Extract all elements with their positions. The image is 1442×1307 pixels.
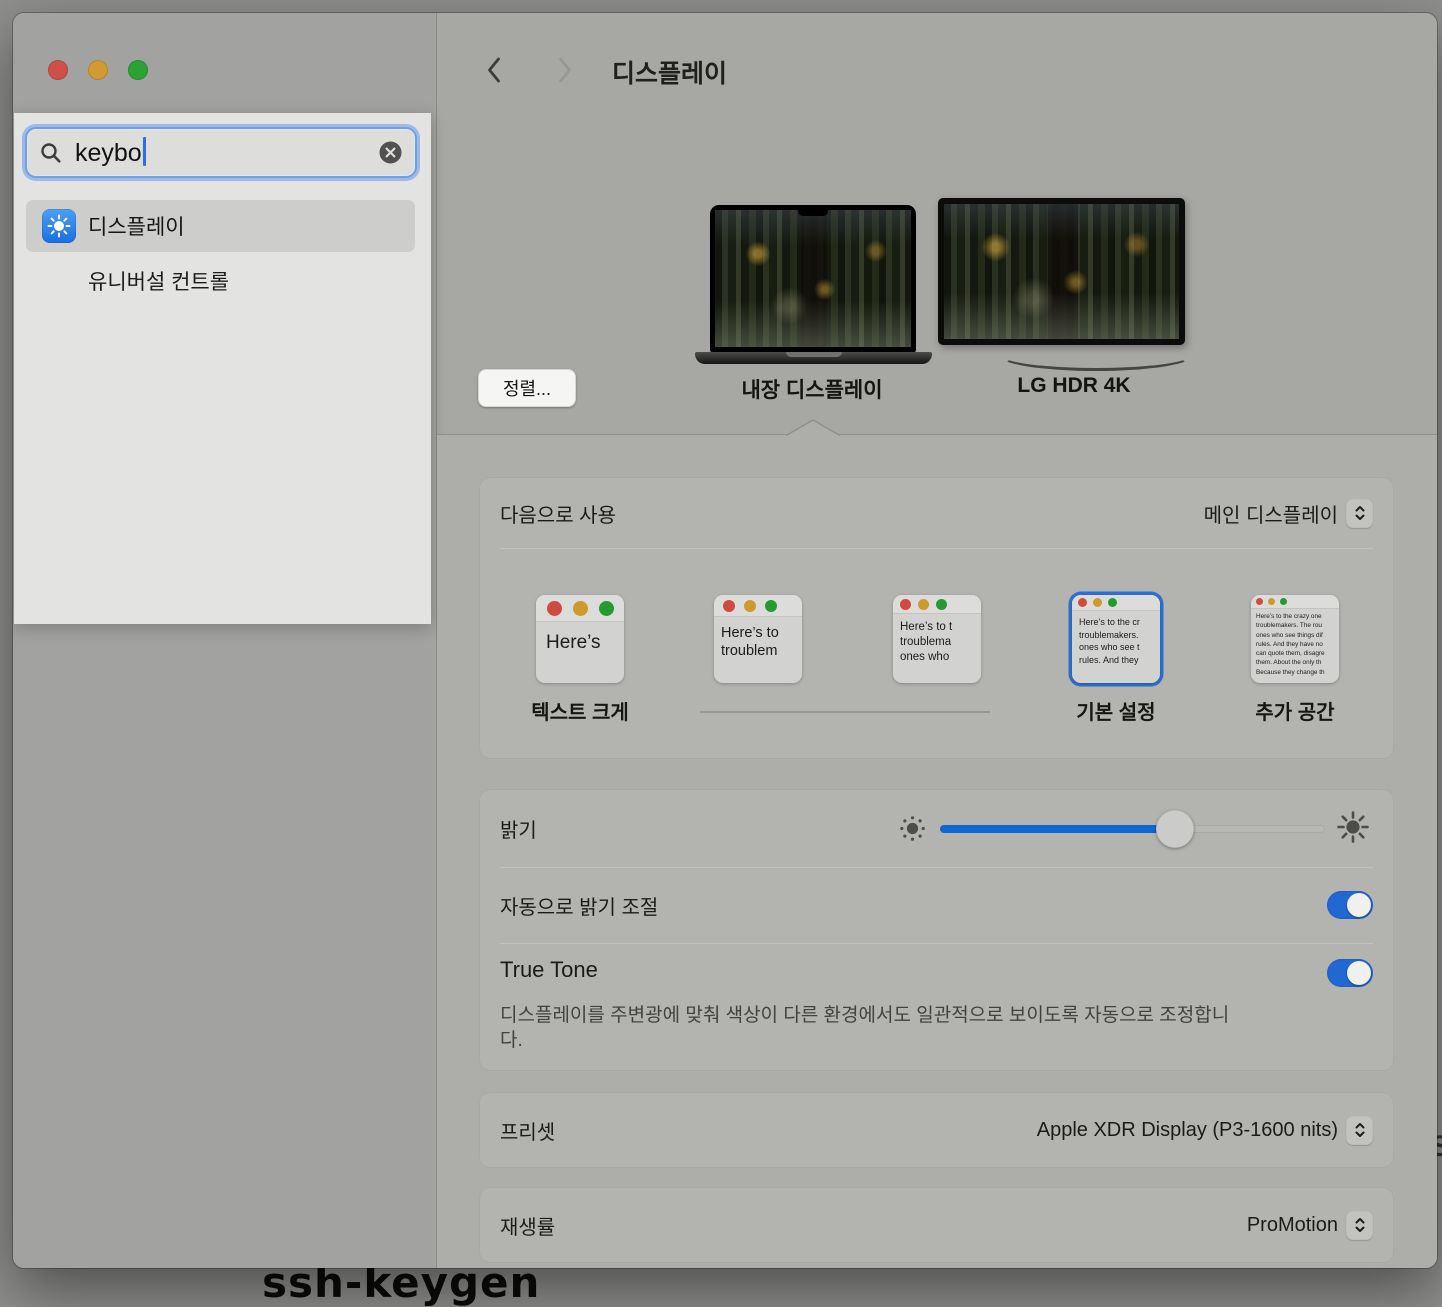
true-tone-label: True Tone <box>500 957 598 983</box>
true-tone-toggle[interactable] <box>1327 959 1373 987</box>
preset-label: 프리셋 <box>500 1116 555 1145</box>
clear-search-icon[interactable] <box>379 141 402 164</box>
scaling-label-larger-text: 텍스트 크게 <box>500 696 660 725</box>
refresh-rate-card: 재생률 ProMotion <box>480 1188 1393 1262</box>
true-tone-description: 디스플레이를 주변광에 맞춰 색상이 다른 환경에서도 일관적으로 보이도록 자… <box>500 1003 1235 1053</box>
brightness-label: 밝기 <box>500 814 537 843</box>
scaling-label-more-space: 추가 공간 <box>1215 696 1375 725</box>
separator <box>500 548 1373 549</box>
scaling-preview: Here’s to t troublema ones who <box>893 595 981 683</box>
auto-brightness-toggle[interactable] <box>1327 891 1373 919</box>
brightness-card: 밝기 <box>480 790 1393 1070</box>
scaling-option-2[interactable]: Here’s to troublem <box>714 595 802 683</box>
use-as-scaling-card: 다음으로 사용 메인 디스플레이 Here’s Here’s to trou <box>480 478 1393 758</box>
close-button[interactable] <box>48 60 68 80</box>
scaling-preview: Here’s to the cr troublemakers. ones who… <box>1072 595 1160 683</box>
refresh-rate-value: ProMotion <box>1247 1214 1338 1237</box>
page-title: 디스플레이 <box>612 54 727 90</box>
scaling-preview: Here’s <box>536 595 624 683</box>
lg-display-label: LG HDR 4K <box>934 374 1214 398</box>
preset-value: Apple XDR Display (P3-1600 nits) <box>1037 1119 1338 1142</box>
search-input-value: keybo <box>75 137 379 168</box>
scaling-option-3[interactable]: Here’s to t troublema ones who <box>893 595 981 683</box>
minimize-button[interactable] <box>88 60 108 80</box>
forward-button[interactable] <box>555 55 575 90</box>
refresh-rate-dropdown[interactable] <box>1346 1211 1373 1240</box>
use-as-dropdown[interactable] <box>1346 499 1373 528</box>
sidebar: keybo <box>13 13 437 1268</box>
sun-bright-icon <box>1336 810 1370 849</box>
scaling-option-larger-text[interactable]: Here’s <box>536 595 624 683</box>
scaling-label-default: 기본 설정 <box>1036 696 1196 725</box>
search-icon <box>39 141 63 165</box>
search-result-label: 디스플레이 <box>88 211 185 241</box>
laptop-notch <box>798 210 828 216</box>
search-result-universal-control[interactable]: 유니버설 컨트롤 <box>88 265 229 297</box>
arrange-displays-button[interactable]: 정렬... <box>478 369 576 407</box>
brightness-slider[interactable] <box>940 825 1325 833</box>
scaling-preview: Here’s to the crazy one troublemakers. T… <box>1251 595 1339 683</box>
scaling-preview: Here’s to troublem <box>714 595 802 683</box>
system-settings-window: keybo <box>13 13 1437 1268</box>
selected-display-pointer <box>785 418 841 441</box>
display-brightness-icon <box>42 209 76 243</box>
display-thumbnail-lg-hdr-4k[interactable] <box>938 198 1185 345</box>
text-cursor <box>143 137 146 166</box>
scaling-option-more-space[interactable]: Here’s to the crazy one troublemakers. T… <box>1251 595 1339 683</box>
section-divider <box>437 434 1437 435</box>
brightness-slider-fill <box>940 825 1175 833</box>
refresh-rate-label: 재생률 <box>500 1211 555 1240</box>
wallpaper-forest <box>944 204 1179 339</box>
wallpaper-forest <box>715 210 911 347</box>
auto-brightness-label: 자동으로 밝기 조절 <box>500 891 658 920</box>
back-button[interactable] <box>484 55 504 90</box>
search-results-panel: keybo <box>14 113 431 624</box>
built-in-display-label: 내장 디스플레이 <box>672 374 952 404</box>
scaling-scale-line <box>700 711 990 713</box>
preset-dropdown[interactable] <box>1346 1116 1373 1145</box>
search-input[interactable]: keybo <box>25 127 417 178</box>
sun-dim-icon <box>899 815 926 847</box>
brightness-slider-thumb[interactable] <box>1156 810 1194 848</box>
display-thumbnail-built-in[interactable] <box>710 205 916 352</box>
use-as-value: 메인 디스플레이 <box>1204 499 1338 528</box>
use-as-label: 다음으로 사용 <box>500 499 616 528</box>
laptop-groove <box>786 352 842 357</box>
scaling-option-default[interactable]: Here’s to the cr troublemakers. ones who… <box>1072 595 1160 683</box>
preset-card: 프리셋 Apple XDR Display (P3-1600 nits) <box>480 1093 1393 1167</box>
laptop-base <box>695 352 932 364</box>
zoom-button[interactable] <box>128 60 148 80</box>
search-result-display[interactable]: 디스플레이 <box>26 200 415 252</box>
